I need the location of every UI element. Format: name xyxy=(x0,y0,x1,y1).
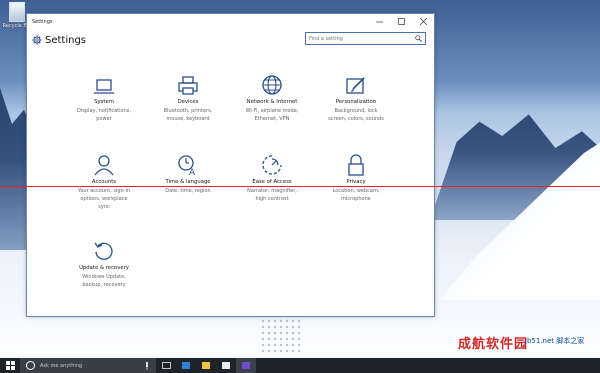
tile-network-internet-name: Network & Internet xyxy=(246,99,298,105)
file-explorer-button[interactable] xyxy=(196,358,216,373)
settings-taskbar-button[interactable] xyxy=(236,358,256,373)
tile-system-desc: Display, notifications, power xyxy=(77,108,131,122)
ease-of-access-icon xyxy=(231,154,313,176)
maximize-button[interactable] xyxy=(390,14,412,29)
search-input[interactable] xyxy=(306,35,413,42)
watermark-url: jb51.net 脚本之家 xyxy=(525,337,585,345)
edge-button[interactable] xyxy=(176,358,196,373)
title-bar[interactable]: Settings xyxy=(27,14,434,29)
settings-header: Settings xyxy=(27,29,434,51)
tile-accounts-desc: Your account, sign-in options, workplace s… xyxy=(77,188,131,210)
edge-icon xyxy=(182,362,190,369)
minimize-button[interactable] xyxy=(368,14,390,29)
maximize-icon xyxy=(397,18,405,25)
start-button[interactable] xyxy=(0,358,20,373)
laptop-icon xyxy=(63,74,145,96)
tile-system[interactable]: System Display, notifications, power xyxy=(63,74,145,123)
red-guide-line xyxy=(0,186,600,187)
printer-icon xyxy=(147,74,229,96)
tile-time-language-desc: Date, time, region xyxy=(165,188,211,194)
tile-personalization-desc: Background, lock screen, colors, sounds xyxy=(328,108,384,122)
tile-network-internet[interactable]: Network & Internet Wi-Fi, airplane mode,… xyxy=(231,74,313,123)
search-box[interactable] xyxy=(305,32,426,45)
tile-accounts[interactable]: Accounts Your account, sign-in options, w… xyxy=(63,154,145,211)
tile-ease-of-access[interactable]: Ease of Access Narrator, magnifier, high … xyxy=(231,154,313,203)
close-icon xyxy=(419,18,427,25)
search-icon[interactable] xyxy=(413,34,423,44)
tile-devices-name: Devices xyxy=(177,99,199,105)
svg-text:A: A xyxy=(189,168,196,176)
tile-update-recovery[interactable]: Update & recovery Windows Update, backup,… xyxy=(63,240,145,289)
tile-update-recovery-desc: Windows Update, backup, recovery xyxy=(82,274,126,288)
settings-taskbar-icon xyxy=(242,362,250,369)
folder-icon xyxy=(202,362,210,369)
taskbar: Ask me anything xyxy=(0,358,600,373)
gear-icon xyxy=(31,35,42,46)
time-language-icon: A xyxy=(147,154,229,176)
cortana-icon xyxy=(26,361,35,370)
windows-icon xyxy=(5,361,15,370)
tile-time-language-name: Time & language xyxy=(165,179,211,185)
footprints xyxy=(260,312,300,352)
window-title: Settings xyxy=(32,18,53,25)
microphone-icon xyxy=(146,361,148,370)
watermark-logo: 成航软件园 xyxy=(458,337,529,352)
tile-ease-of-access-desc: Narrator, magnifier, high contrast xyxy=(247,188,297,202)
store-button[interactable] xyxy=(216,358,236,373)
tile-time-language[interactable]: A Time & language Date, time, region xyxy=(147,154,229,195)
globe-icon xyxy=(231,74,313,96)
recycle-bin-icon xyxy=(9,2,25,22)
lock-icon xyxy=(315,154,397,176)
update-icon xyxy=(63,240,145,262)
store-icon xyxy=(222,362,230,369)
page-title: Settings xyxy=(45,34,87,46)
task-view-icon xyxy=(161,362,171,369)
tile-personalization-name: Personalization xyxy=(335,99,377,105)
paint-icon xyxy=(315,74,397,96)
tile-update-recovery-name: Update & recovery xyxy=(79,265,129,271)
tile-privacy-desc: Location, webcam, microphone xyxy=(332,188,380,202)
tile-ease-of-access-name: Ease of Access xyxy=(252,179,292,185)
tile-privacy-name: Privacy xyxy=(346,179,366,185)
tile-system-name: System xyxy=(94,99,114,105)
minimize-icon xyxy=(375,21,383,23)
tile-devices[interactable]: Devices Bluetooth, printers, mouse, keybo… xyxy=(147,74,229,123)
tile-personalization[interactable]: Personalization Background, lock screen, … xyxy=(315,74,397,123)
task-view-button[interactable] xyxy=(156,358,176,373)
close-button[interactable] xyxy=(412,14,434,29)
taskbar-search[interactable]: Ask me anything xyxy=(20,358,156,373)
tile-accounts-name: Accounts xyxy=(91,179,117,185)
taskbar-search-placeholder: Ask me anything xyxy=(40,362,83,369)
tile-privacy[interactable]: Privacy Location, webcam, microphone xyxy=(315,154,397,203)
settings-window: Settings Settings Find a setting System … xyxy=(26,13,435,317)
tile-network-internet-desc: Wi-Fi, airplane mode, Ethernet, VPN xyxy=(245,108,299,122)
tile-devices-desc: Bluetooth, printers, mouse, keyboard xyxy=(163,108,213,122)
person-icon xyxy=(63,154,145,176)
